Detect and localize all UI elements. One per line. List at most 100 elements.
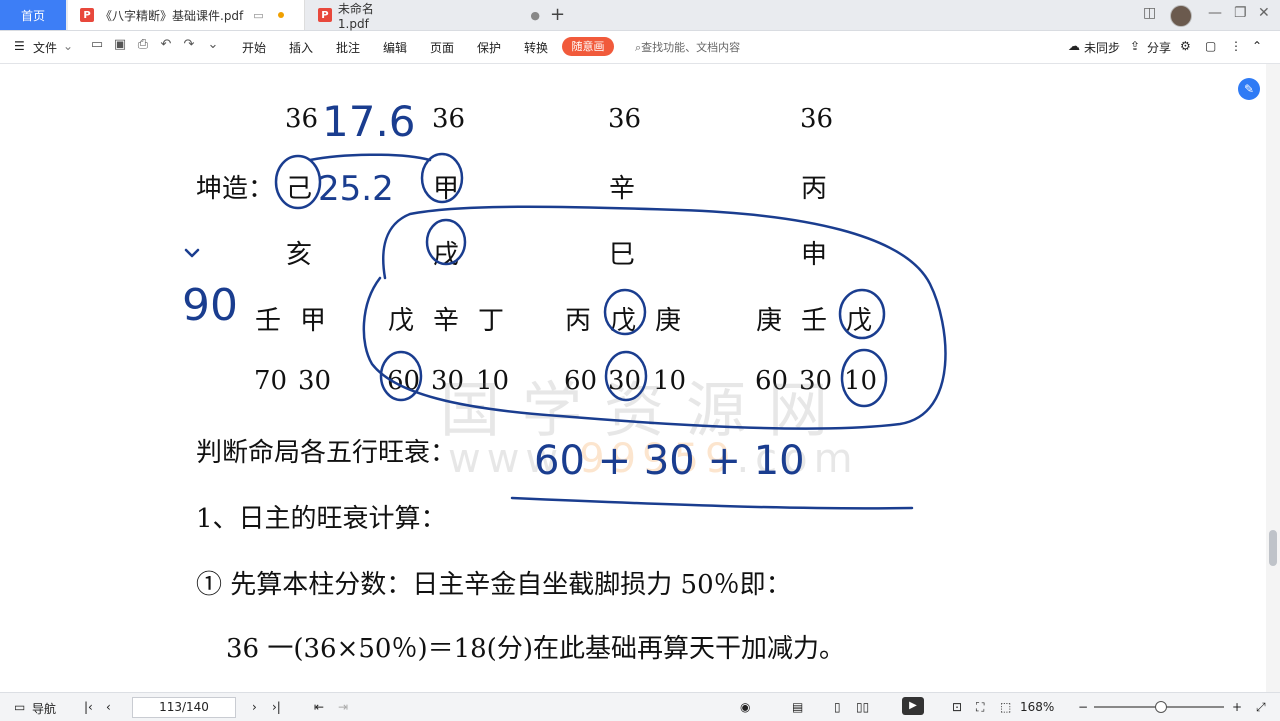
cloud-sync-icon[interactable]: ☁ [1068, 39, 1080, 53]
nav-panel-button[interactable]: 导航 [32, 700, 56, 717]
open-folder-icon[interactable]: ▭ [90, 38, 104, 52]
document-page: 36 36 36 36 坤造： 己 甲 辛 丙 亥 戌 巳 申 壬 甲 戊 辛 … [0, 64, 1266, 692]
prev-page-icon[interactable]: ‹ [106, 700, 111, 714]
minimize-icon[interactable]: — [1208, 5, 1222, 21]
share-button[interactable]: 分享 [1147, 39, 1171, 56]
hidden-stem-cell: 辛 [433, 306, 460, 336]
menu-page[interactable]: 页面 [430, 39, 454, 56]
hidden-stem-cell: 丁 [478, 306, 505, 336]
ink-note-252: 25.2 [318, 169, 394, 209]
hamburger-icon[interactable]: ☰ [14, 39, 25, 53]
status-bar: ▭ 导航 |‹ ‹ 113/140 › ›| ⇤ ⇥ ◉ ▤ ▯ ▯▯ ▶ ⊡ … [0, 692, 1280, 721]
hidden-stem-cell: 壬 [801, 306, 828, 336]
fit-width-icon[interactable]: ⬚ [1000, 700, 1011, 714]
settings-icon[interactable]: ⚙ [1180, 39, 1191, 53]
menu-start[interactable]: 开始 [242, 39, 266, 56]
ink-underline [510, 496, 914, 510]
percent-cell: 30 [298, 366, 332, 396]
tab-home[interactable]: 首页 [0, 0, 66, 30]
paragraph-formula: 36 一(36×50％)＝18(分)在此基础再算天干加减力。 [226, 634, 845, 664]
free-draw-button[interactable]: 随意画 [562, 37, 614, 56]
hidden-stem-cell: 戊 [610, 306, 637, 336]
save-icon[interactable]: ▣ [113, 38, 127, 52]
zoom-slider-knob[interactable] [1155, 701, 1167, 713]
search-input[interactable]: ⌕查找功能、文档内容 [635, 39, 740, 55]
tab-bar: 首页 P 《八字精断》基础课件.pdf ▭ P 未命名1.pdf ● + ◫ —… [0, 0, 1280, 31]
zoom-in-icon[interactable]: + [1232, 700, 1242, 714]
comment-icon[interactable]: ▢ [1205, 39, 1216, 53]
single-page-view-icon[interactable]: ▤ [792, 700, 803, 714]
forward-icon[interactable]: ⇥ [338, 700, 348, 714]
fullscreen-icon[interactable]: ⤢ [1256, 700, 1266, 715]
tab-document-1[interactable]: P 《八字精断》基础课件.pdf ▭ [68, 0, 305, 30]
chart-label: 坤造： [196, 174, 275, 204]
ink-arc [308, 153, 432, 162]
nav-panel-icon[interactable]: ▭ [14, 700, 25, 714]
floating-tool-button[interactable]: ✎ [1238, 78, 1260, 100]
tab-document-2[interactable]: P 未命名1.pdf ● [306, 0, 540, 31]
collapse-ribbon-icon[interactable]: ⌃ [1252, 39, 1262, 53]
next-page-icon[interactable]: › [252, 700, 257, 714]
menu-annotate[interactable]: 批注 [336, 39, 360, 56]
layout-icon[interactable]: ◫ [1143, 5, 1156, 21]
file-menu[interactable]: 文件 [33, 39, 57, 56]
play-icon[interactable]: ▶ [902, 697, 924, 715]
first-page-icon[interactable]: |‹ [84, 700, 93, 714]
close-window-icon[interactable]: ✕ [1258, 5, 1270, 21]
ink-note-176: 17.6 [322, 97, 416, 146]
back-icon[interactable]: ⇤ [314, 700, 324, 714]
heading-day-master: 1、日主的旺衰计算： [196, 504, 447, 534]
sync-status[interactable]: 未同步 [1084, 39, 1120, 56]
stem-cell: 辛 [609, 174, 636, 204]
unsaved-dot-icon [277, 12, 284, 18]
print-icon[interactable]: ⎙ [136, 38, 150, 52]
fit-page-icon[interactable]: ⛶ [976, 700, 984, 715]
continuous-view-icon[interactable]: ▯ [834, 700, 841, 714]
zoom-level[interactable]: 168% [1020, 700, 1054, 714]
heading-judge: 判断命局各五行旺衰： [196, 438, 457, 468]
search-placeholder: 查找功能、文档内容 [641, 41, 741, 54]
hidden-stem-cell: 戊 [846, 306, 873, 336]
ink-tick [184, 248, 200, 258]
branch-cell: 亥 [286, 240, 313, 270]
actual-size-icon[interactable]: ⊡ [952, 700, 962, 714]
score-cell: 36 [432, 104, 466, 134]
percent-cell: 70 [254, 366, 288, 396]
score-cell: 36 [800, 104, 834, 134]
menu-edit[interactable]: 编辑 [383, 39, 407, 56]
close-tab-icon[interactable]: ● [530, 9, 540, 22]
last-page-icon[interactable]: ›| [272, 700, 281, 714]
branch-cell: 申 [801, 240, 828, 270]
more-dropdown-icon[interactable]: ⌄ [206, 38, 220, 52]
scrollbar-thumb[interactable] [1269, 530, 1277, 566]
ink-note-90: 90 [182, 280, 238, 331]
more-icon[interactable]: ⋮ [1230, 39, 1242, 53]
watermark-url: www.99959.com [448, 436, 859, 482]
zoom-out-icon[interactable]: − [1078, 700, 1088, 714]
undo-icon[interactable]: ↶ [159, 38, 173, 52]
avatar[interactable] [1170, 5, 1192, 27]
hidden-stem-cell: 壬 [255, 306, 282, 336]
share-icon[interactable]: ⇪ [1130, 39, 1140, 53]
percent-cell: 60 [387, 366, 421, 396]
page-number-input[interactable]: 113/140 [132, 697, 236, 718]
stem-cell: 甲 [433, 174, 460, 204]
tab-document-1-label: 《八字精断》基础课件.pdf [100, 8, 244, 23]
stem-cell: 己 [286, 174, 313, 204]
hidden-stem-cell: 丙 [565, 306, 592, 336]
hidden-stem-cell: 庚 [756, 306, 783, 336]
monitor-icon[interactable]: ▭ [253, 9, 263, 22]
restore-icon[interactable]: ❐ [1234, 5, 1247, 21]
menu-protect[interactable]: 保护 [477, 39, 501, 56]
vertical-scrollbar[interactable] [1266, 64, 1280, 692]
branch-cell: 戌 [433, 240, 460, 270]
menu-convert[interactable]: 转换 [524, 39, 548, 56]
new-tab-icon[interactable]: + [550, 4, 565, 25]
eye-protect-icon[interactable]: ◉ [740, 700, 750, 714]
score-cell: 36 [285, 104, 319, 134]
chevron-down-icon[interactable]: ⌄ [63, 39, 73, 53]
redo-icon[interactable]: ↷ [182, 38, 196, 52]
double-page-view-icon[interactable]: ▯▯ [856, 700, 869, 714]
menu-insert[interactable]: 插入 [289, 39, 313, 56]
pdf-icon: P [80, 8, 94, 22]
